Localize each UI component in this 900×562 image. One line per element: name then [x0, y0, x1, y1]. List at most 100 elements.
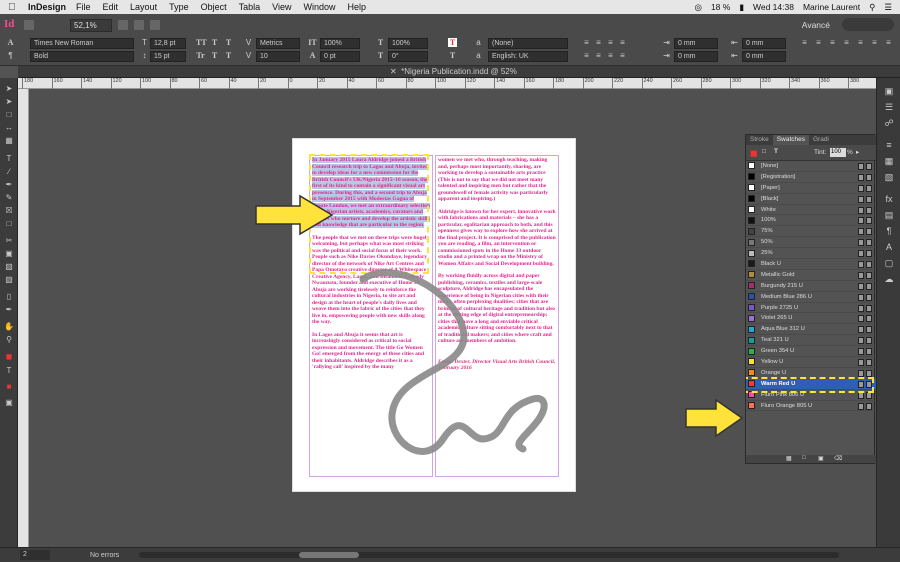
- balance-columns-icon[interactable]: ≡: [870, 38, 879, 47]
- apple-icon[interactable]: : [8, 2, 20, 13]
- baseline-shift-field[interactable]: 0 pt: [320, 51, 360, 62]
- new-color-group-icon[interactable]: □: [802, 455, 806, 461]
- swatch-row[interactable]: Teal 321 U: [746, 335, 876, 347]
- app-name[interactable]: InDesign: [28, 2, 66, 12]
- menu-view[interactable]: View: [272, 2, 291, 12]
- away-from-spine-icon[interactable]: ≡: [618, 51, 627, 60]
- right-indent-field[interactable]: 0 mm: [742, 38, 786, 49]
- selection-tool-icon[interactable]: ➤: [4, 84, 14, 93]
- text-wrap-panel-icon[interactable]: ▤: [883, 210, 895, 221]
- menu-help[interactable]: Help: [348, 2, 367, 12]
- vertical-scale-field[interactable]: 100%: [320, 38, 360, 49]
- tab-gradient[interactable]: Gradi: [809, 135, 833, 145]
- align-towards-spine-icon[interactable]: ≡: [582, 51, 591, 60]
- numbering-icon[interactable]: ≡: [856, 38, 865, 47]
- tracking-field[interactable]: 10: [256, 51, 300, 62]
- content-collector-icon[interactable]: ▦: [4, 136, 14, 145]
- formatting-container-icon[interactable]: □: [762, 148, 766, 155]
- font-size-field[interactable]: 12,8 pt: [150, 38, 186, 49]
- rectangle-tool-icon[interactable]: □: [4, 219, 14, 228]
- character-mode-icon[interactable]: A: [6, 38, 15, 47]
- align-center-icon[interactable]: ≡: [594, 38, 603, 47]
- paragraph-styles-icon[interactable]: ¶: [883, 226, 895, 237]
- clock[interactable]: Wed 14:38: [753, 2, 794, 12]
- swatch-row[interactable]: Medium Blue 286 U: [746, 292, 876, 303]
- screen-mode-icon[interactable]: [134, 20, 144, 30]
- font-family-field[interactable]: Times New Roman: [30, 38, 134, 49]
- scissors-tool-icon[interactable]: ✂: [4, 236, 14, 245]
- gradient-panel-icon[interactable]: ▧: [883, 172, 895, 183]
- superscript-icon[interactable]: T: [210, 38, 219, 47]
- new-swatch-icon[interactable]: ▣: [818, 455, 824, 462]
- page-number-field[interactable]: 2: [20, 550, 50, 560]
- horizontal-scrollbar[interactable]: [139, 552, 840, 558]
- pages-panel-icon[interactable]: ▣: [883, 86, 895, 97]
- zoom-select[interactable]: 52,1%: [70, 18, 112, 32]
- fill-stroke-icon[interactable]: ◼: [4, 352, 14, 361]
- strikethrough-icon[interactable]: T: [224, 51, 233, 60]
- justify-center-icon[interactable]: ≡: [606, 51, 615, 60]
- note-tool-icon[interactable]: ▯: [4, 292, 14, 301]
- fill-color-icon[interactable]: T: [448, 38, 457, 47]
- left-indent-field[interactable]: 0 mm: [674, 38, 718, 49]
- swatch-row[interactable]: White: [746, 205, 876, 216]
- delete-swatch-icon[interactable]: ⌫: [834, 455, 842, 462]
- paragraph-mode-icon[interactable]: ¶: [6, 51, 15, 60]
- object-styles-icon[interactable]: ▢: [883, 258, 895, 269]
- pencil-tool-icon[interactable]: ✎: [4, 193, 14, 202]
- user-name[interactable]: Marine Laurent: [803, 2, 860, 12]
- justify-icon[interactable]: ≡: [618, 38, 627, 47]
- bullets-icon[interactable]: ≡: [842, 38, 851, 47]
- swatch-row[interactable]: 75%: [746, 226, 876, 238]
- hand-tool-icon[interactable]: ✋: [4, 322, 14, 331]
- font-style-field[interactable]: Bold: [30, 51, 134, 62]
- pen-tool-icon[interactable]: ✒: [4, 180, 14, 189]
- character-style-field[interactable]: (None): [488, 38, 568, 49]
- gap-tool-icon[interactable]: ↔: [4, 123, 14, 132]
- horizontal-scale-field[interactable]: 100%: [388, 38, 428, 49]
- wifi-icon[interactable]: ◎: [695, 2, 702, 13]
- type-tool-icon[interactable]: T: [4, 154, 14, 163]
- skew-field[interactable]: 0°: [388, 51, 428, 62]
- swatch-row[interactable]: Green 354 U: [746, 346, 876, 358]
- rectangle-frame-tool-icon[interactable]: ☒: [4, 206, 14, 215]
- menu-object[interactable]: Object: [201, 2, 227, 12]
- swatch-row[interactable]: Aqua Blue 312 U: [746, 324, 876, 336]
- horizontal-ruler[interactable]: 180 160 140 120 100 80 60 40 20 0 20 40 60 80 100 120 14…: [18, 78, 876, 89]
- menu-file[interactable]: File: [76, 2, 91, 12]
- swatch-row[interactable]: Purple 2725 U: [746, 303, 876, 314]
- swatch-row[interactable]: [Black]: [746, 194, 876, 205]
- subscript-icon[interactable]: T: [210, 51, 219, 60]
- cc-libraries-icon[interactable]: ☁: [883, 274, 895, 285]
- tint-field[interactable]: 100: [830, 148, 846, 157]
- swatch-row[interactable]: Fluro Orange 805 U: [746, 401, 876, 412]
- language-field[interactable]: English: UK: [488, 51, 568, 62]
- screen-mode-tool-icon[interactable]: ▣: [4, 398, 14, 407]
- tab-stroke[interactable]: Stroke: [746, 135, 773, 145]
- help-search-input[interactable]: [842, 18, 894, 31]
- control-panel-menu-icon[interactable]: ≡: [884, 38, 893, 47]
- battery-icon[interactable]: ▮: [739, 2, 744, 13]
- line-tool-icon[interactable]: ∕: [4, 167, 14, 176]
- align-left-icon[interactable]: ≡: [582, 38, 591, 47]
- space-before-icon[interactable]: ≡: [800, 38, 809, 47]
- bridge-icon[interactable]: [24, 20, 34, 30]
- menu-layout[interactable]: Layout: [130, 2, 157, 12]
- document-page[interactable]: In January 2015 Laura Aldridge joined a …: [292, 138, 576, 492]
- swatch-row[interactable]: Yellow U: [746, 357, 876, 368]
- swatch-row[interactable]: 100%: [746, 215, 876, 227]
- fill-stroke-swap-icon[interactable]: ◼: [750, 148, 757, 159]
- first-line-indent-field[interactable]: 0 mm: [674, 51, 718, 62]
- underline-icon[interactable]: T: [224, 38, 233, 47]
- eyedropper-tool-icon[interactable]: ✒: [4, 305, 14, 314]
- swatches-panel-icon[interactable]: ▦: [883, 156, 895, 167]
- swatch-row[interactable]: Violet 265 U: [746, 313, 876, 325]
- swatch-row[interactable]: Metallic Gold: [746, 270, 876, 281]
- last-line-indent-field[interactable]: 0 mm: [742, 51, 786, 62]
- swatch-row[interactable]: [None]: [746, 161, 876, 172]
- direct-selection-tool-icon[interactable]: ➤: [4, 97, 14, 106]
- page-tool-icon[interactable]: □: [4, 110, 14, 119]
- swatch-row[interactable]: 50%: [746, 237, 876, 249]
- all-caps-icon[interactable]: TT: [196, 38, 207, 47]
- menu-window[interactable]: Window: [303, 2, 335, 12]
